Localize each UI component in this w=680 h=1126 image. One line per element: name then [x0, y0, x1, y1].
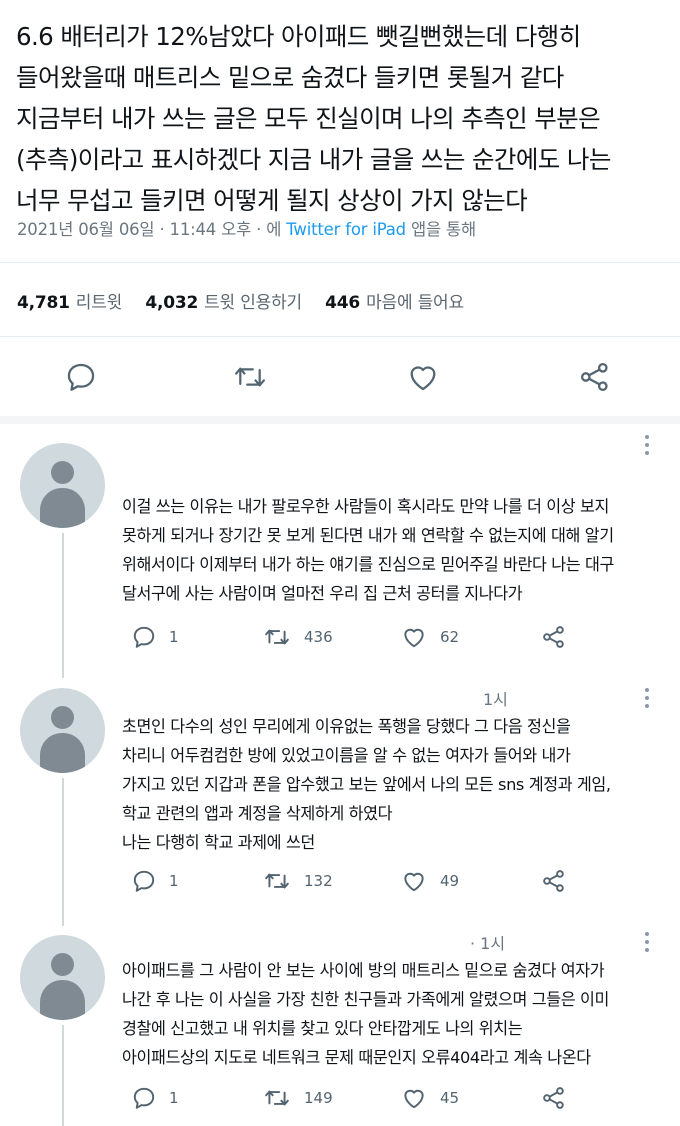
reply-text: 초면인 다수의 성인 무리에게 이유없는 폭행을 당했다 그 다음 정신을 차리…: [122, 712, 667, 857]
reply-icon[interactable]: [64, 360, 98, 394]
share-button[interactable]: [541, 624, 579, 650]
retweet-icon: [265, 629, 289, 645]
like-icon: [404, 872, 424, 892]
reply-timestamp[interactable]: 1시: [483, 686, 508, 710]
share-icon[interactable]: [578, 360, 612, 394]
reply-button[interactable]: 1: [131, 624, 179, 650]
retweet-icon: [265, 1090, 289, 1106]
reply-line: 나는 다행히 학교 과제에 쓰던: [122, 833, 315, 852]
like-count[interactable]: 446: [325, 293, 360, 313]
tweet-source-link[interactable]: Twitter for iPad: [286, 220, 406, 239]
like-count: 45: [440, 1089, 460, 1107]
avatar-head: [51, 706, 74, 729]
avatar[interactable]: [20, 443, 105, 528]
quote-label[interactable]: 트윗 인용하기: [204, 293, 302, 313]
reply-line: 학교 관련의 앱과 계정을 삭제하게 하였다: [122, 804, 393, 823]
reply-line: 초면인 다수의 성인 무리에게 이유없는 폭행을 당했다 그 다음 정신을: [122, 717, 571, 736]
like-button[interactable]: 62: [400, 624, 459, 650]
reply-line: 아이패드를 그 사람이 안 보는 사이에 방의 매트리스 밑으로 숨겼다 여자가: [122, 961, 605, 980]
like-icon[interactable]: [406, 360, 440, 394]
reply-count: 1: [169, 628, 179, 646]
tweet-date[interactable]: 2021년 06월 06일 · 11:44 오후 · 에: [17, 220, 281, 239]
reply-line: 못하게 되거나 장기간 못 보게 된다면 내가 왜 연락할 수 없는지에 대해 …: [122, 526, 614, 545]
share-icon: [543, 870, 564, 892]
section-divider: [0, 416, 680, 424]
divider: [0, 262, 680, 263]
thread-line: [62, 778, 64, 926]
reply-count: 1: [169, 1089, 179, 1107]
avatar-body: [40, 980, 85, 1020]
reply-button[interactable]: 1: [131, 1085, 179, 1111]
reply-timestamp[interactable]: · 1시: [470, 930, 505, 954]
tweet-line: 지금부터 내가 쓰는 글은 모두 진실이며 나의 추측인 부분은: [16, 104, 601, 133]
share-button[interactable]: [541, 1085, 579, 1111]
share-button[interactable]: [541, 868, 579, 894]
retweet-label[interactable]: 리트윗: [76, 293, 123, 313]
tweet-line: (추측)이라고 표시하겠다 지금 내가 글을 쓰는 순간에도 나는: [16, 145, 611, 174]
retweet-button[interactable]: 149: [262, 1085, 333, 1111]
tweet-source-suffix: 앱을 통해: [410, 220, 476, 239]
retweet-button[interactable]: 132: [262, 868, 333, 894]
like-button[interactable]: 49: [400, 868, 459, 894]
avatar-head: [51, 953, 74, 976]
thread-line: [62, 1025, 64, 1126]
tweet-meta: 2021년 06월 06일 · 11:44 오후 · 에 Twitter for…: [17, 216, 476, 240]
tweet-text: 6.6 배터리가 12%남았다 아이패드 뺏길뻔했는데 다행히 들어왔을때 매트…: [16, 16, 666, 221]
like-icon: [404, 1089, 424, 1109]
divider: [0, 336, 680, 337]
retweet-count: 149: [304, 1089, 333, 1107]
reply-line: 달서구에 사는 사람이며 얼마전 우리 집 근처 공터를 지나다가: [122, 584, 523, 603]
reply-button[interactable]: 1: [131, 868, 179, 894]
retweet-count[interactable]: 4,781: [17, 293, 70, 313]
quote-count[interactable]: 4,032: [145, 293, 198, 313]
like-count: 62: [440, 628, 460, 646]
reply-line: 차리니 어두컴컴한 방에 있었고이름을 알 수 없는 여자가 들어와 내가: [122, 746, 571, 765]
reply-line: 아이패드상의 지도로 네트워크 문제 때문인지 오류404라고 계속 나온다: [122, 1048, 591, 1067]
like-icon: [404, 628, 424, 648]
avatar[interactable]: [20, 688, 105, 773]
tweet-line: 들어왔을때 매트리스 밑으로 숨겼다 들키면 롯될거 같다: [16, 63, 564, 92]
reply-text: 이걸 쓰는 이유는 내가 팔로우한 사람들이 혹시라도 만약 나를 더 이상 보…: [122, 492, 667, 608]
more-icon[interactable]: [641, 686, 653, 714]
like-label[interactable]: 마음에 들어요: [366, 293, 464, 313]
reply-text: 아이패드를 그 사람이 안 보는 사이에 방의 매트리스 밑으로 숨겼다 여자가…: [122, 956, 667, 1072]
reply-line: 경찰에 신고했고 내 위치를 찾고 있다 안타깝게도 나의 위치는: [122, 1019, 523, 1038]
avatar-head: [51, 461, 74, 484]
tweet-line: 너무 무섭고 들키면 어떻게 될지 상상이 가지 않는다: [16, 186, 528, 215]
more-icon[interactable]: [641, 930, 653, 958]
like-count: 49: [440, 872, 460, 890]
reply-line: 나간 후 나는 이 사실을 가장 친한 친구들과 가족에게 알렸으며 그들은 이…: [122, 990, 609, 1009]
like-button[interactable]: 45: [400, 1085, 459, 1111]
reply-icon: [133, 870, 155, 892]
retweet-icon: [265, 873, 289, 889]
share-icon: [543, 626, 564, 648]
retweet-icon[interactable]: [232, 360, 268, 394]
avatar-body: [40, 733, 85, 773]
thread-line: [62, 533, 64, 678]
reply-count: 1: [169, 872, 179, 890]
avatar[interactable]: [20, 935, 105, 1020]
reply-line: 위해서이다 이제부터 내가 하는 얘기를 진심으로 믿어주길 바란다 나는 대구: [122, 555, 614, 574]
tweet-stats: 4,781 리트윗 4,032 트윗 인용하기 446 마음에 들어요: [17, 288, 482, 313]
share-icon: [543, 1087, 564, 1109]
retweet-count: 436: [304, 628, 333, 646]
retweet-count: 132: [304, 872, 333, 890]
more-icon[interactable]: [641, 433, 653, 461]
reply-icon: [133, 626, 155, 648]
tweet-line: 6.6 배터리가 12%남았다 아이패드 뺏길뻔했는데 다행히: [16, 22, 581, 51]
retweet-button[interactable]: 436: [262, 624, 333, 650]
avatar-body: [40, 488, 85, 528]
reply-line: 이걸 쓰는 이유는 내가 팔로우한 사람들이 혹시라도 만약 나를 더 이상 보…: [122, 497, 609, 516]
reply-icon: [133, 1087, 155, 1109]
reply-line: 가지고 있던 지갑과 폰을 압수했고 보는 앞에서 나의 모든 sns 계정과 …: [122, 775, 611, 794]
